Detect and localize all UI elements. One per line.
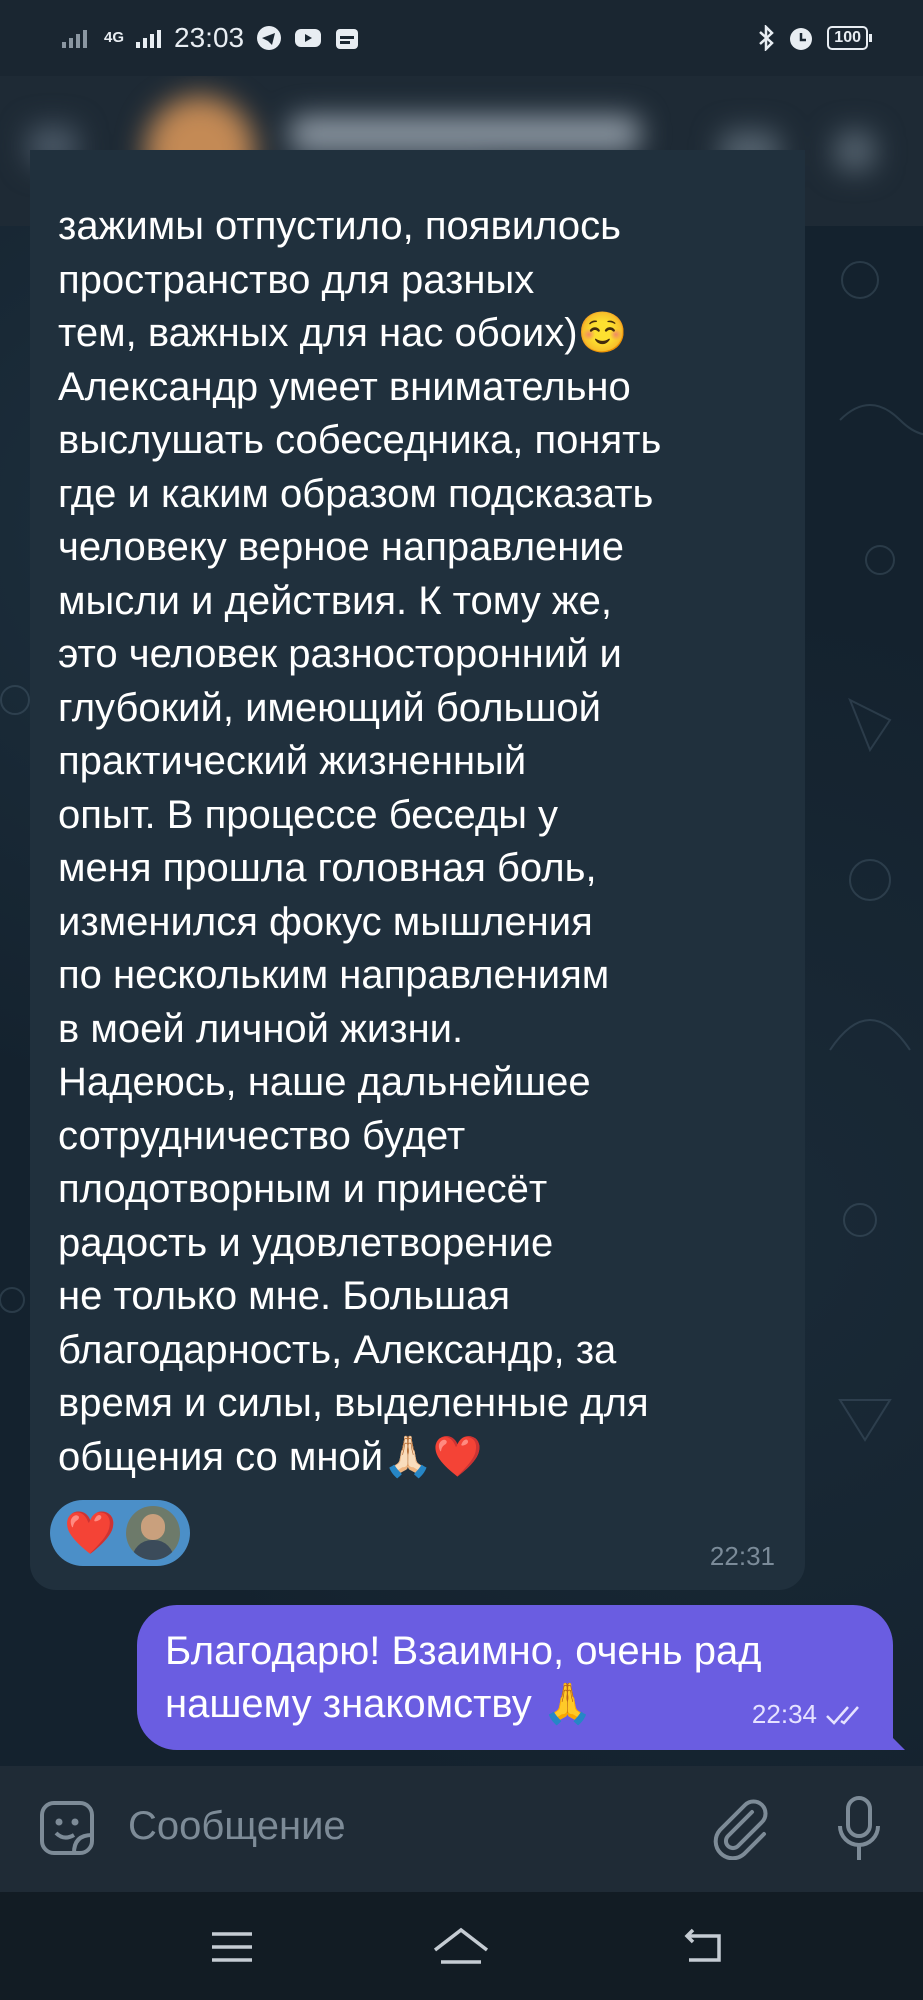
battery-indicator: 100: [827, 26, 872, 50]
reaction-pill[interactable]: ❤️: [50, 1500, 190, 1566]
status-left: 4G 23:03: [62, 22, 360, 54]
outgoing-message-time: 22:34: [751, 1699, 817, 1729]
contact-name-blurred: [290, 116, 640, 152]
double-check-icon: [826, 1705, 859, 1725]
alarm-icon: [790, 28, 813, 50]
microphone-icon[interactable]: [834, 1794, 884, 1864]
status-right: 100: [757, 24, 872, 52]
network-type: 4G: [104, 29, 125, 46]
signal-icon: [136, 30, 162, 48]
incoming-message-bubble[interactable]: зажимы отпустило, появилось пространство…: [30, 150, 805, 1590]
youtube-icon: [295, 29, 322, 47]
calendar-icon: [336, 29, 359, 49]
bluetooth-icon: [759, 25, 775, 51]
menu-icon[interactable]: [202, 1922, 262, 1972]
clock: 23:03: [174, 22, 245, 53]
signal-weak-icon: [62, 30, 87, 48]
reactor-avatar: [126, 1506, 181, 1560]
system-navigation-bar: [0, 1892, 923, 2000]
telegram-icon: [257, 26, 282, 50]
heart-reaction: ❤️: [64, 1509, 117, 1556]
back-icon[interactable]: [675, 1922, 735, 1972]
outgoing-message-bubble[interactable]: Благодарю! Взаимно, очень рад нашему зна…: [137, 1605, 893, 1750]
status-bar: 4G 23:03 100: [0, 0, 923, 76]
incoming-message-time: 22:31: [709, 1541, 775, 1571]
outgoing-message-meta: 22:34: [752, 1699, 865, 1730]
sticker-emoji-icon[interactable]: [38, 1799, 96, 1857]
message-input-bar: Сообщение: [0, 1766, 923, 1892]
message-input[interactable]: Сообщение: [128, 1804, 346, 1849]
home-icon[interactable]: [431, 1922, 491, 1972]
more-icon[interactable]: [835, 131, 875, 171]
attach-icon[interactable]: [710, 1796, 770, 1860]
incoming-message-text: зажимы отпустило, появилось пространство…: [58, 204, 662, 1479]
